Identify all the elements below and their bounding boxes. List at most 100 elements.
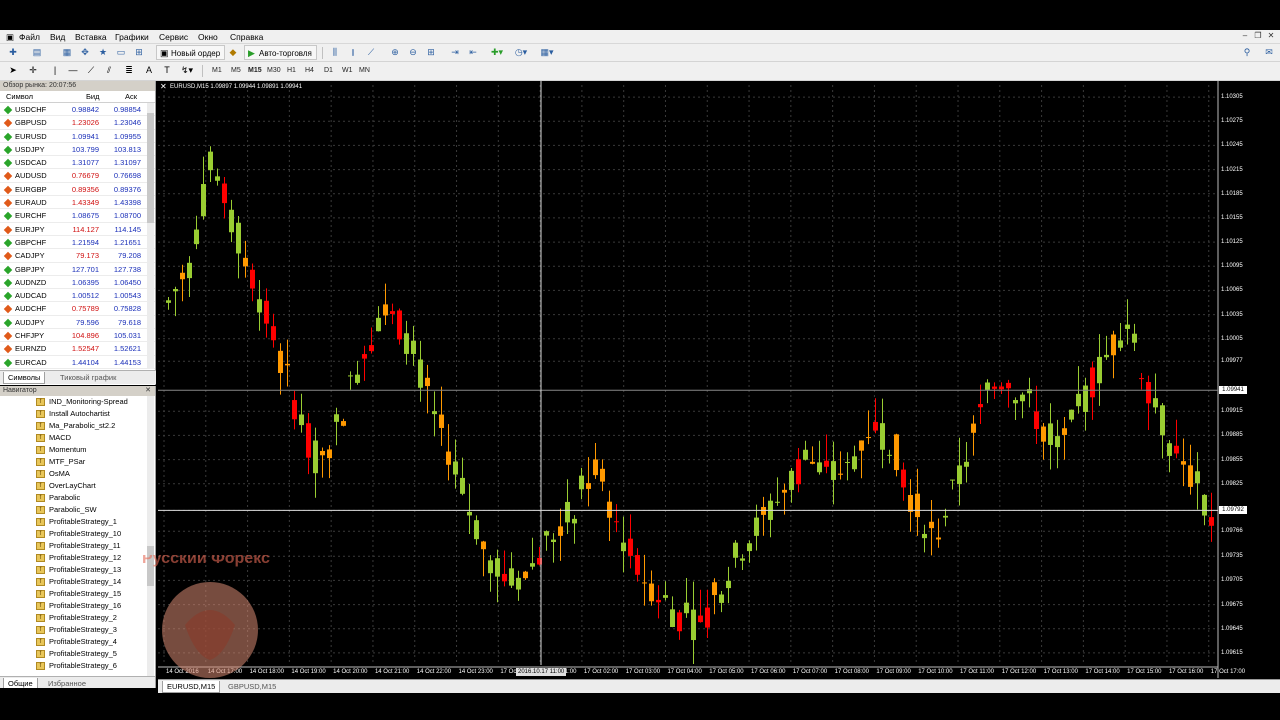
navigator-item[interactable]: f IND_Monitoring-Spread [0, 396, 155, 408]
market-watch-row[interactable]: AUDUSD 0.76679 0.76698 [0, 169, 155, 183]
navigator-item[interactable]: f ProfitableStrategy_14 [0, 576, 155, 588]
market-watch-row[interactable]: AUDJPY 79.596 79.618 [0, 316, 155, 330]
market-watch-row[interactable]: EURUSD 1.09941 1.09955 [0, 130, 155, 143]
column-symbol[interactable]: Символ [6, 91, 33, 103]
auto-trading-button[interactable]: ▶ Авто-торговля [244, 45, 317, 60]
timeframe-h4[interactable]: H4 [305, 66, 314, 76]
metaeditor-icon[interactable]: ◆ [226, 46, 240, 59]
market-watch-row[interactable]: EURCHF 1.08675 1.08700 [0, 209, 155, 223]
vertical-line-icon[interactable]: | [48, 64, 62, 77]
timeframe-m5[interactable]: M5 [231, 66, 241, 76]
navigator-item[interactable]: f ProfitableStrategy_3 [0, 624, 155, 636]
market-watch-row[interactable]: CHFJPY 104.896 105.031 [0, 329, 155, 343]
timeframe-w1[interactable]: W1 [342, 66, 353, 76]
navigator-item[interactable]: f OsMA [0, 468, 155, 480]
navigator-item[interactable]: f ProfitableStrategy_10 [0, 528, 155, 540]
market-watch-row[interactable]: USDCAD 1.31077 1.31097 [0, 156, 155, 170]
indicators-icon[interactable]: ✚▾ [490, 46, 504, 59]
timeframe-mn[interactable]: MN [359, 66, 370, 76]
profiles-icon[interactable]: ▤ [30, 46, 44, 59]
periods-icon[interactable]: ◷▾ [514, 46, 528, 59]
bar-chart-icon[interactable]: ⫼ [328, 46, 342, 59]
navigator-icon[interactable]: ★ [96, 46, 110, 59]
menu-tools[interactable]: Сервис [157, 31, 190, 43]
menu-help[interactable]: Справка [228, 31, 265, 43]
data-window-icon[interactable]: ✥ [78, 46, 92, 59]
candlestick-icon[interactable]: ⫾ [346, 46, 360, 59]
tab-tick-chart[interactable]: Тиковый график [56, 372, 120, 384]
line-chart-icon[interactable]: ⟋ [364, 46, 378, 59]
navigator-item[interactable]: f ProfitableStrategy_11 [0, 540, 155, 552]
candlestick-chart[interactable] [158, 81, 1280, 678]
market-watch-row[interactable]: GBPJPY 127.701 127.738 [0, 263, 155, 276]
navigator-item[interactable]: f ProfitableStrategy_6 [0, 660, 155, 672]
timeframe-m30[interactable]: M30 [267, 66, 281, 76]
templates-icon[interactable]: ▦▾ [540, 46, 554, 59]
market-watch-row[interactable]: EURNZD 1.52547 1.52621 [0, 342, 155, 356]
zoom-in-icon[interactable]: ⊕ [388, 46, 402, 59]
auto-scroll-icon[interactable]: ⇥ [448, 46, 462, 59]
close-icon[interactable]: ✕ [1266, 31, 1276, 41]
menu-view[interactable]: Вид [48, 31, 67, 43]
channel-icon[interactable]: ⫽ [102, 64, 116, 77]
scroll-thumb[interactable] [147, 546, 154, 586]
crosshair-icon[interactable]: ✛ [26, 64, 40, 77]
market-watch-scrollbar[interactable] [147, 103, 154, 369]
tab-favorites[interactable]: Избранное [44, 678, 90, 688]
timeframe-m1[interactable]: M1 [212, 66, 222, 76]
zoom-out-icon[interactable]: ⊖ [406, 46, 420, 59]
cursor-icon[interactable]: ➤ [6, 64, 20, 77]
menu-file[interactable]: Файл [17, 31, 42, 43]
chart-window[interactable]: ✕ EURUSD,M15 1.09897 1.09944 1.09891 1.0… [158, 81, 1280, 678]
terminal-icon[interactable]: ▭ [114, 46, 128, 59]
market-watch-row[interactable]: AUDCAD 1.00512 1.00543 [0, 289, 155, 303]
market-watch-row[interactable]: AUDNZD 1.06395 1.06450 [0, 276, 155, 290]
market-watch-row[interactable]: EURCAD 1.44104 1.44153 [0, 356, 155, 369]
navigator-item[interactable]: f ProfitableStrategy_12 [0, 552, 155, 564]
text-label-icon[interactable]: T [160, 64, 174, 77]
navigator-item[interactable]: f Ma_Parabolic_st2.2 [0, 420, 155, 432]
timeframe-d1[interactable]: D1 [324, 66, 333, 76]
navigator-item[interactable]: f ProfitableStrategy_15 [0, 588, 155, 600]
column-ask[interactable]: Аск [125, 91, 137, 103]
market-watch-row[interactable]: GBPCHF 1.21594 1.21651 [0, 236, 155, 250]
tab-symbols[interactable]: Символы [3, 372, 46, 384]
market-watch-row[interactable]: USDJPY 103.799 103.813 [0, 143, 155, 157]
tab-common[interactable]: Общие [3, 678, 38, 688]
market-watch-row[interactable]: USDCHF 0.98842 0.98854 [0, 103, 155, 117]
scroll-thumb[interactable] [147, 113, 154, 223]
chat-icon[interactable]: ✉ [1262, 46, 1276, 59]
navigator-item[interactable]: f OverLayChart [0, 480, 155, 492]
chart-shift-icon[interactable]: ⇤ [466, 46, 480, 59]
navigator-item[interactable]: f ProfitableStrategy_5 [0, 648, 155, 660]
market-watch-row[interactable]: CADJPY 79.173 79.208 [0, 249, 155, 263]
timeframe-h1[interactable]: H1 [287, 66, 296, 76]
menu-window[interactable]: Окно [196, 31, 220, 43]
market-watch-row[interactable]: AUDCHF 0.75789 0.75828 [0, 302, 155, 316]
navigator-item[interactable]: f ProfitableStrategy_2 [0, 612, 155, 624]
navigator-scrollbar[interactable] [147, 396, 154, 676]
navigator-item[interactable]: f ProfitableStrategy_16 [0, 600, 155, 612]
navigator-item[interactable]: f Momentum [0, 444, 155, 456]
navigator-item[interactable]: f ProfitableStrategy_1 [0, 516, 155, 528]
tab-eurusd-m15[interactable]: EURUSD,M15 [162, 681, 221, 693]
minimize-icon[interactable]: – [1240, 31, 1250, 41]
market-watch-row[interactable]: EURAUD 1.43349 1.43398 [0, 196, 155, 210]
horizontal-line-icon[interactable]: — [66, 64, 80, 77]
market-watch-icon[interactable]: ▦ [60, 46, 74, 59]
tile-windows-icon[interactable]: ⊞ [424, 46, 438, 59]
tester-icon[interactable]: ⊞ [132, 46, 146, 59]
navigator-item[interactable]: f MTF_PSar [0, 456, 155, 468]
menu-insert[interactable]: Вставка [73, 31, 109, 43]
text-icon[interactable]: A [142, 64, 156, 77]
market-watch-row[interactable]: EURJPY 114.127 114.145 [0, 223, 155, 236]
market-watch-row[interactable]: GBPUSD 1.23026 1.23046 [0, 116, 155, 130]
new-order-button[interactable]: ▣ Новый ордер [156, 45, 226, 60]
restore-icon[interactable]: ❐ [1253, 31, 1263, 41]
close-icon[interactable]: ✕ [145, 386, 151, 396]
column-bid[interactable]: Бид [86, 91, 100, 103]
navigator-item[interactable]: f Install Autochartist [0, 408, 155, 420]
navigator-item[interactable]: f MACD [0, 432, 155, 444]
menu-charts[interactable]: Графики [113, 31, 151, 43]
navigator-item[interactable]: f ProfitableStrategy_13 [0, 564, 155, 576]
